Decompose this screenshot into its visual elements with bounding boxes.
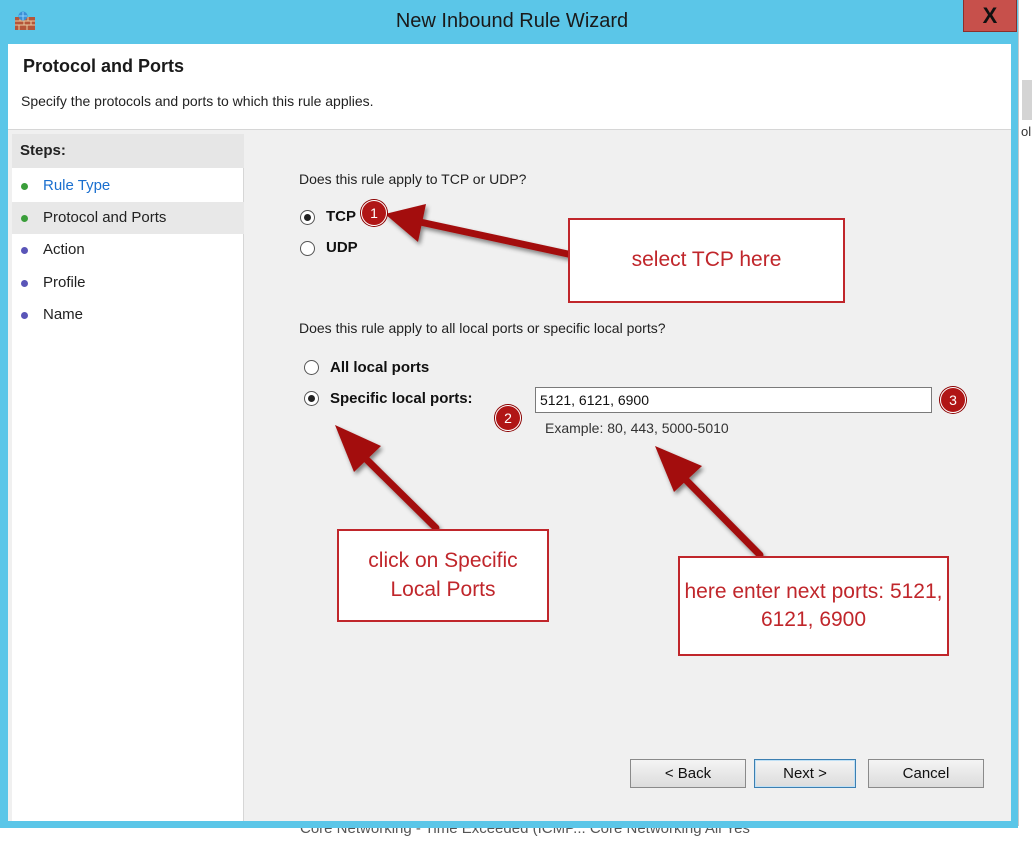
arrow-to-specific-ports	[335, 425, 440, 532]
step-badge-2: 2	[495, 405, 521, 431]
arrow-to-tcp	[385, 204, 572, 258]
arrow-to-ports-input	[655, 446, 764, 559]
callout-enter-ports: here enter next ports: 5121, 6121, 6900	[678, 556, 949, 656]
step-badge-3: 3	[940, 387, 966, 413]
callout-specific-ports: click on Specific Local Ports	[337, 529, 549, 622]
callout-select-tcp: select TCP here	[568, 218, 845, 303]
step-badge-1: 1	[361, 200, 387, 226]
